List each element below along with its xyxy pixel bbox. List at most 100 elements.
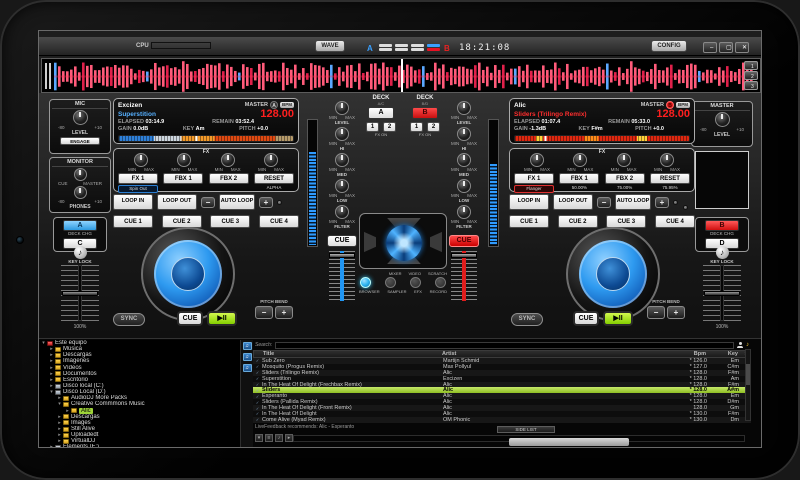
fx-preset-label[interactable]: Spin Out [118,185,158,193]
expander-icon[interactable]: ▸ [49,365,54,371]
waveform-ab-icon[interactable] [427,44,440,53]
wave-zoom-button[interactable]: 1 [744,61,758,70]
mic-engage-button[interactable]: ENGAGE [60,137,100,145]
cue3-button[interactable]: CUE 3 [210,215,250,228]
expander-icon[interactable]: ▸ [57,426,62,432]
minimize-button[interactable]: – [703,42,717,53]
pitch-bend-minus-button[interactable]: − [647,306,665,319]
cue1-button[interactable]: CUE 1 [509,215,549,228]
expander-icon[interactable]: ▸ [49,358,54,364]
filter-knob[interactable] [457,205,471,219]
folder-view-button[interactable]: ♫ [243,342,252,350]
filter-knob[interactable] [335,205,349,219]
pitch-bend-plus-button[interactable]: + [275,306,293,319]
low-knob[interactable] [457,179,471,193]
key-lock-icon[interactable]: ♪ [716,246,729,259]
pitch-bend-minus-button[interactable]: − [255,306,273,319]
fader-handle[interactable] [329,253,355,258]
mic-level-knob[interactable] [73,110,88,125]
loop-out-button[interactable]: LOOP OUT [157,194,197,210]
expander-icon[interactable]: ▸ [49,371,54,377]
pitch-bend-plus-button[interactable]: + [667,306,685,319]
volume-fader-a[interactable] [329,251,355,301]
expander-icon[interactable]: ▸ [49,444,54,448]
browser-mode-button[interactable] [360,277,371,288]
column-key[interactable]: Key [712,351,742,357]
med-knob[interactable] [335,153,349,167]
loop-in-button[interactable]: LOOP IN [113,194,153,210]
history-button[interactable]: ♫ [243,364,252,372]
favorites-button[interactable]: ♫ [243,353,252,361]
expander-icon[interactable]: ▸ [57,414,62,420]
loop-half-button[interactable]: − [201,197,215,208]
loop-double-button[interactable]: + [655,197,669,208]
loop-double-button[interactable]: + [259,197,273,208]
fx-slot2-button[interactable]: 2 [383,122,396,132]
arrow-right-icon[interactable] [430,230,442,254]
list-options-button[interactable]: ≡ [265,434,273,442]
fbx2-button[interactable]: FBX 2 [209,173,249,184]
track-overview-waveform[interactable] [118,135,294,142]
deck-a-select-button[interactable]: A [63,220,97,231]
waveform-mode-icon[interactable] [379,44,392,53]
scrollbar-thumb[interactable] [746,364,750,385]
fx-knob[interactable] [221,153,235,167]
hi-knob[interactable] [335,127,349,141]
sync-button-b[interactable]: SYNC [511,313,543,326]
volume-fader-b[interactable] [451,251,477,301]
pitch-slider-right[interactable] [703,265,741,321]
wave-view-button[interactable]: WAVE [315,40,345,52]
fx1-button[interactable]: FX 1 [118,173,158,184]
music-note-icon[interactable]: ♪ [746,342,749,348]
config-button[interactable]: CONFIG [651,40,687,52]
cue-button-b[interactable]: CUE [573,311,599,326]
sync-button-a[interactable]: SYNC [113,313,145,326]
waveform-mode-icon[interactable] [411,44,424,53]
fx-preset-label[interactable]: Flanger [514,185,554,193]
play-pause-button-b[interactable]: ▶II [603,311,633,326]
arrow-left-icon[interactable] [364,230,376,254]
fx-knob[interactable] [660,153,674,167]
record-mode-button[interactable] [435,277,446,288]
low-knob[interactable] [335,179,349,193]
jog-wheel-a[interactable] [141,227,235,321]
expander-icon[interactable]: ▾ [57,401,62,407]
phones-level-knob[interactable] [74,186,87,199]
fx1-button[interactable]: FX 1 [514,173,554,184]
maximize-button[interactable]: ▢ [719,42,733,53]
level-knob[interactable] [335,101,349,115]
fx-slot1-button[interactable]: 1 [410,122,423,132]
cue-button-a[interactable]: CUE [177,311,203,326]
expander-icon[interactable]: ▸ [57,432,62,438]
pfl-cue-button-b[interactable]: CUE [449,235,479,247]
expander-icon[interactable]: ▸ [49,377,54,383]
column-title[interactable]: Title [263,351,442,357]
expander-icon[interactable]: ▸ [49,346,54,352]
pfl-cue-button-a[interactable]: CUE [327,235,357,247]
expander-icon[interactable]: ▸ [49,352,54,358]
expander-icon[interactable]: ▸ [65,408,70,414]
auto-loop-button[interactable]: AUTO LOOP [615,194,651,210]
expander-icon[interactable]: ▸ [57,395,62,401]
master-level-knob[interactable] [715,112,730,127]
pitch-slider-handle[interactable] [62,291,98,296]
expander-icon[interactable]: ▸ [57,420,62,426]
play-queue-button[interactable]: ▸ [285,434,293,442]
key-lock-icon[interactable]: ♪ [74,246,87,259]
note-tool-button[interactable]: ♪ [275,434,283,442]
fbx1-button[interactable]: FBX 1 [163,173,203,184]
cue1-button[interactable]: CUE 1 [113,215,153,228]
loop-in-button[interactable]: LOOP IN [509,194,549,210]
touchpad[interactable] [359,213,447,269]
fx-knob[interactable] [177,153,191,167]
fx-reset-button[interactable]: RESET [650,173,690,184]
fbx2-button[interactable]: FBX 2 [605,173,645,184]
cue4-button[interactable]: CUE 4 [655,215,695,228]
fx-reset-button[interactable]: RESET [254,173,294,184]
sampler-mode-button[interactable] [385,277,396,288]
automix-button[interactable]: ▾ [255,434,263,442]
expander-icon[interactable]: ▾ [41,340,46,346]
expander-icon[interactable]: ▸ [49,383,54,389]
loop-out-button[interactable]: LOOP OUT [553,194,593,210]
track-overview-waveform[interactable] [514,135,690,142]
